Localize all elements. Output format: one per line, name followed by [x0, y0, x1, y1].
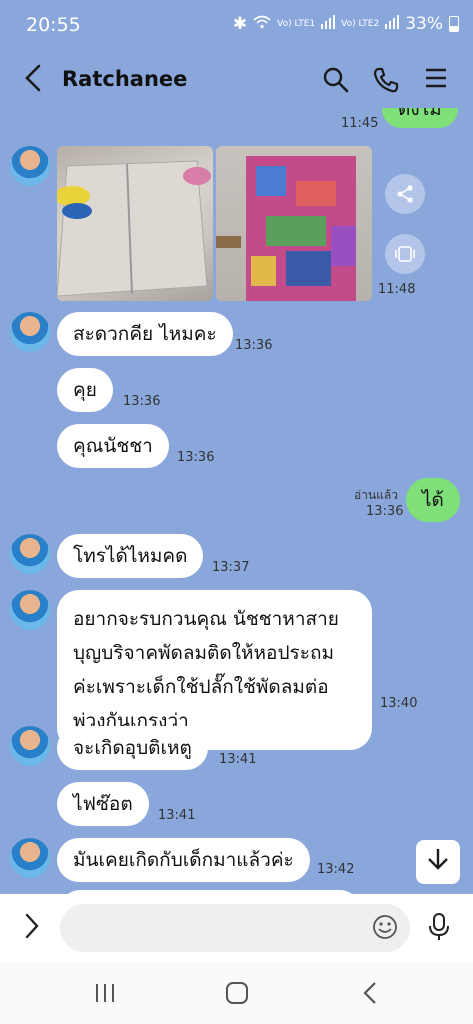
- battery-percent: 33%: [405, 14, 443, 34]
- message-time: 13:36: [123, 394, 161, 409]
- message-time: 11:48: [378, 282, 416, 297]
- message-bubble[interactable]: ไฟซ๊อต: [57, 782, 149, 826]
- avatar[interactable]: [10, 534, 50, 574]
- microphone-icon[interactable]: [428, 912, 450, 946]
- message-text: สะดวกคีย ไหมคะ: [73, 323, 217, 345]
- message-time: 13:42: [317, 862, 355, 877]
- message-bubble[interactable]: โทรได้ไหมคด: [57, 534, 204, 578]
- message-text: อยากจะรบกวนคุณ นัชชาหาสาย บุญบริจาคพัดลม…: [73, 608, 339, 732]
- arrow-down-icon: [427, 847, 449, 877]
- photo-bedding[interactable]: [216, 146, 372, 301]
- contact-name[interactable]: Ratchanee: [62, 67, 187, 91]
- back-icon[interactable]: [24, 64, 42, 98]
- home-icon[interactable]: [225, 981, 249, 1009]
- message-text: คุย: [73, 379, 97, 401]
- message-time: 11:45: [341, 116, 379, 131]
- message-bubble[interactable]: คุณนัชชา: [57, 424, 169, 468]
- message-time: 13:36: [177, 450, 215, 465]
- message-bubble[interactable]: สะดวกคีย ไหมคะ: [57, 312, 233, 356]
- message-text: ดังไม: [398, 108, 442, 120]
- signal-icon: [321, 14, 336, 34]
- message-text: มันเคยเกิดกับเด็กมาแล้วค่ะ: [73, 849, 294, 871]
- status-time: 20:55: [26, 14, 81, 36]
- network-2-label: Vo) LTE2: [341, 18, 380, 29]
- avatar[interactable]: [10, 590, 50, 630]
- message-bubble[interactable]: คุย: [57, 368, 113, 412]
- recent-apps-icon[interactable]: [94, 982, 116, 1008]
- message-time: 13:40: [380, 696, 418, 711]
- message-time: 13:41: [219, 752, 257, 767]
- bluetooth-icon: ✱: [232, 14, 248, 34]
- status-icons: ✱ Vo) LTE1 Vo) LTE2 33%: [233, 14, 459, 34]
- message-bubble-mine[interactable]: ได้: [406, 478, 460, 522]
- chevron-right-icon[interactable]: [24, 912, 40, 947]
- search-icon[interactable]: [322, 66, 350, 98]
- message-text: คุณนัชชา: [73, 435, 153, 457]
- system-nav-bar: [0, 962, 473, 1024]
- avatar[interactable]: [10, 312, 50, 352]
- message-text: ไฟซ๊อต: [73, 793, 133, 815]
- message-text: จะเกิดอุบติเหตู: [73, 737, 192, 759]
- share-icon[interactable]: [385, 174, 425, 214]
- message-time: 13:41: [158, 808, 196, 823]
- photo-mattress[interactable]: [57, 146, 213, 301]
- message-time: 13:36: [235, 338, 273, 353]
- message-bubble[interactable]: มันเคยเกิดกับเด็กมาแล้วค่ะ: [57, 838, 310, 882]
- phone-icon[interactable]: [372, 66, 400, 98]
- message-time: 13:36: [366, 504, 404, 519]
- chat-area[interactable]: 11:45 ดังไม 11:48 สะดวกคีย ไหมคะ 13:36 ค…: [0, 108, 473, 894]
- message-text: ได้: [422, 489, 444, 511]
- message-input-bar: [0, 894, 473, 962]
- back-nav-icon[interactable]: [362, 981, 378, 1009]
- battery-icon: [449, 16, 459, 32]
- message-text: โทรได้ไหมคด: [73, 545, 188, 567]
- scroll-down-button[interactable]: [416, 840, 460, 884]
- message-input[interactable]: [60, 904, 410, 952]
- network-1-label: Vo) LTE1: [277, 18, 316, 29]
- avatar[interactable]: [10, 146, 50, 186]
- message-time: 13:37: [212, 560, 250, 575]
- message-bubble[interactable]: จะเกิดอุบติเหตู: [57, 726, 208, 770]
- album-icon[interactable]: [385, 234, 425, 274]
- emoji-icon[interactable]: [372, 914, 398, 944]
- signal-icon: [385, 14, 400, 34]
- menu-icon[interactable]: [424, 66, 448, 94]
- message-bubble-mine[interactable]: ดังไม: [382, 108, 458, 128]
- read-receipt: อ่านแล้ว: [354, 488, 398, 502]
- wifi-icon: [253, 14, 271, 34]
- status-bar: 20:55 ✱ Vo) LTE1 Vo) LTE2 33%: [0, 0, 473, 52]
- chat-header: Ratchanee: [0, 52, 473, 108]
- avatar[interactable]: [10, 838, 50, 878]
- avatar[interactable]: [10, 726, 50, 766]
